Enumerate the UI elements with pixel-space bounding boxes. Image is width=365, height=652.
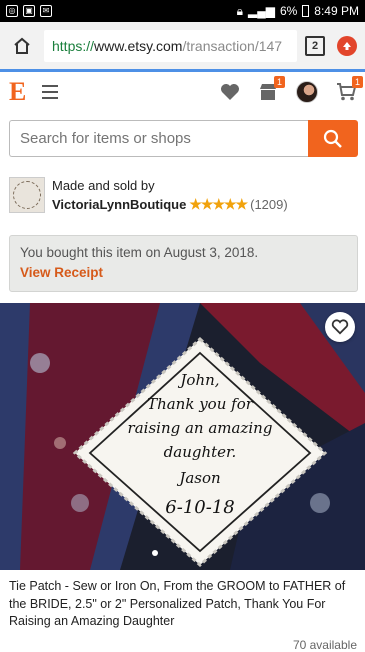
search-bar (9, 120, 358, 157)
avatar[interactable] (296, 81, 318, 103)
patch-line-6: 6-10-18 (165, 497, 234, 518)
update-button[interactable] (337, 35, 357, 56)
patch-line-1: John, (177, 371, 219, 389)
url-bar[interactable]: https:// www.etsy.com /transaction/147 (44, 29, 297, 62)
product-title: Tie Patch - Sew or Iron On, From the GRO… (9, 579, 346, 628)
menu-icon[interactable] (42, 85, 59, 99)
target-icon: ◎ (6, 5, 18, 17)
product-image[interactable]: John, Thank you for raising an amazing d… (0, 303, 365, 570)
favorite-button[interactable] (325, 312, 355, 342)
favorites-button[interactable] (220, 82, 240, 102)
home-button[interactable] (8, 32, 36, 60)
browser-toolbar: https:// www.etsy.com /transaction/147 2 (0, 22, 365, 70)
search-input[interactable] (9, 120, 308, 157)
url-path: /transaction/147 (182, 37, 283, 54)
shop-name-link[interactable]: VictoriaLynnBoutique (52, 197, 186, 212)
status-bar: ◎ ▣ ✉ 🔒︎ ▂▄▆ 6% 8:49 PM (0, 0, 365, 22)
shop-badge: 1 (273, 76, 285, 88)
cart-button[interactable]: 1 (336, 76, 363, 102)
cart-badge: 1 (351, 76, 363, 88)
clock: 8:49 PM (314, 4, 359, 18)
lock-icon: 🔒︎ (236, 3, 243, 18)
mail-icon: ✉ (40, 5, 52, 17)
shop-info: Made and sold by VictoriaLynnBoutique ★★… (9, 177, 288, 213)
heart-outline-icon (331, 319, 349, 335)
signal-icon: ▂▄▆ (247, 4, 275, 18)
site-header: E 1 1 (0, 72, 365, 112)
url-host: www.etsy.com (94, 37, 183, 54)
home-icon (14, 37, 30, 54)
made-by-label: Made and sold by (52, 177, 155, 193)
shop-logo[interactable] (9, 177, 45, 213)
purchase-date-text: You bought this item on August 3, 2018. (20, 245, 259, 260)
view-receipt-link[interactable]: View Receipt (20, 265, 347, 280)
patch-line-4: daughter. (164, 443, 237, 461)
image-icon: ▣ (23, 5, 35, 17)
url-scheme: https:// (52, 37, 95, 54)
purchase-notice: You bought this item on August 3, 2018. … (9, 235, 358, 292)
patch-line-3: raising an amazing (128, 419, 273, 437)
carousel-dot[interactable] (152, 550, 158, 556)
tabs-button[interactable]: 2 (305, 35, 325, 56)
battery-icon (302, 5, 310, 17)
search-icon (323, 129, 342, 148)
rating-stars: ★★★★★ (189, 195, 248, 212)
patch-line-5: Jason (176, 469, 220, 487)
etsy-logo[interactable]: E (9, 77, 26, 107)
shop-manager-button[interactable]: 1 (258, 76, 285, 102)
arrow-up-icon (343, 41, 351, 50)
review-count: (1209) (250, 196, 288, 212)
search-button[interactable] (308, 120, 358, 157)
heart-icon (221, 84, 239, 100)
battery-level: 6% (279, 4, 298, 18)
patch-line-2: Thank you for (147, 395, 254, 413)
